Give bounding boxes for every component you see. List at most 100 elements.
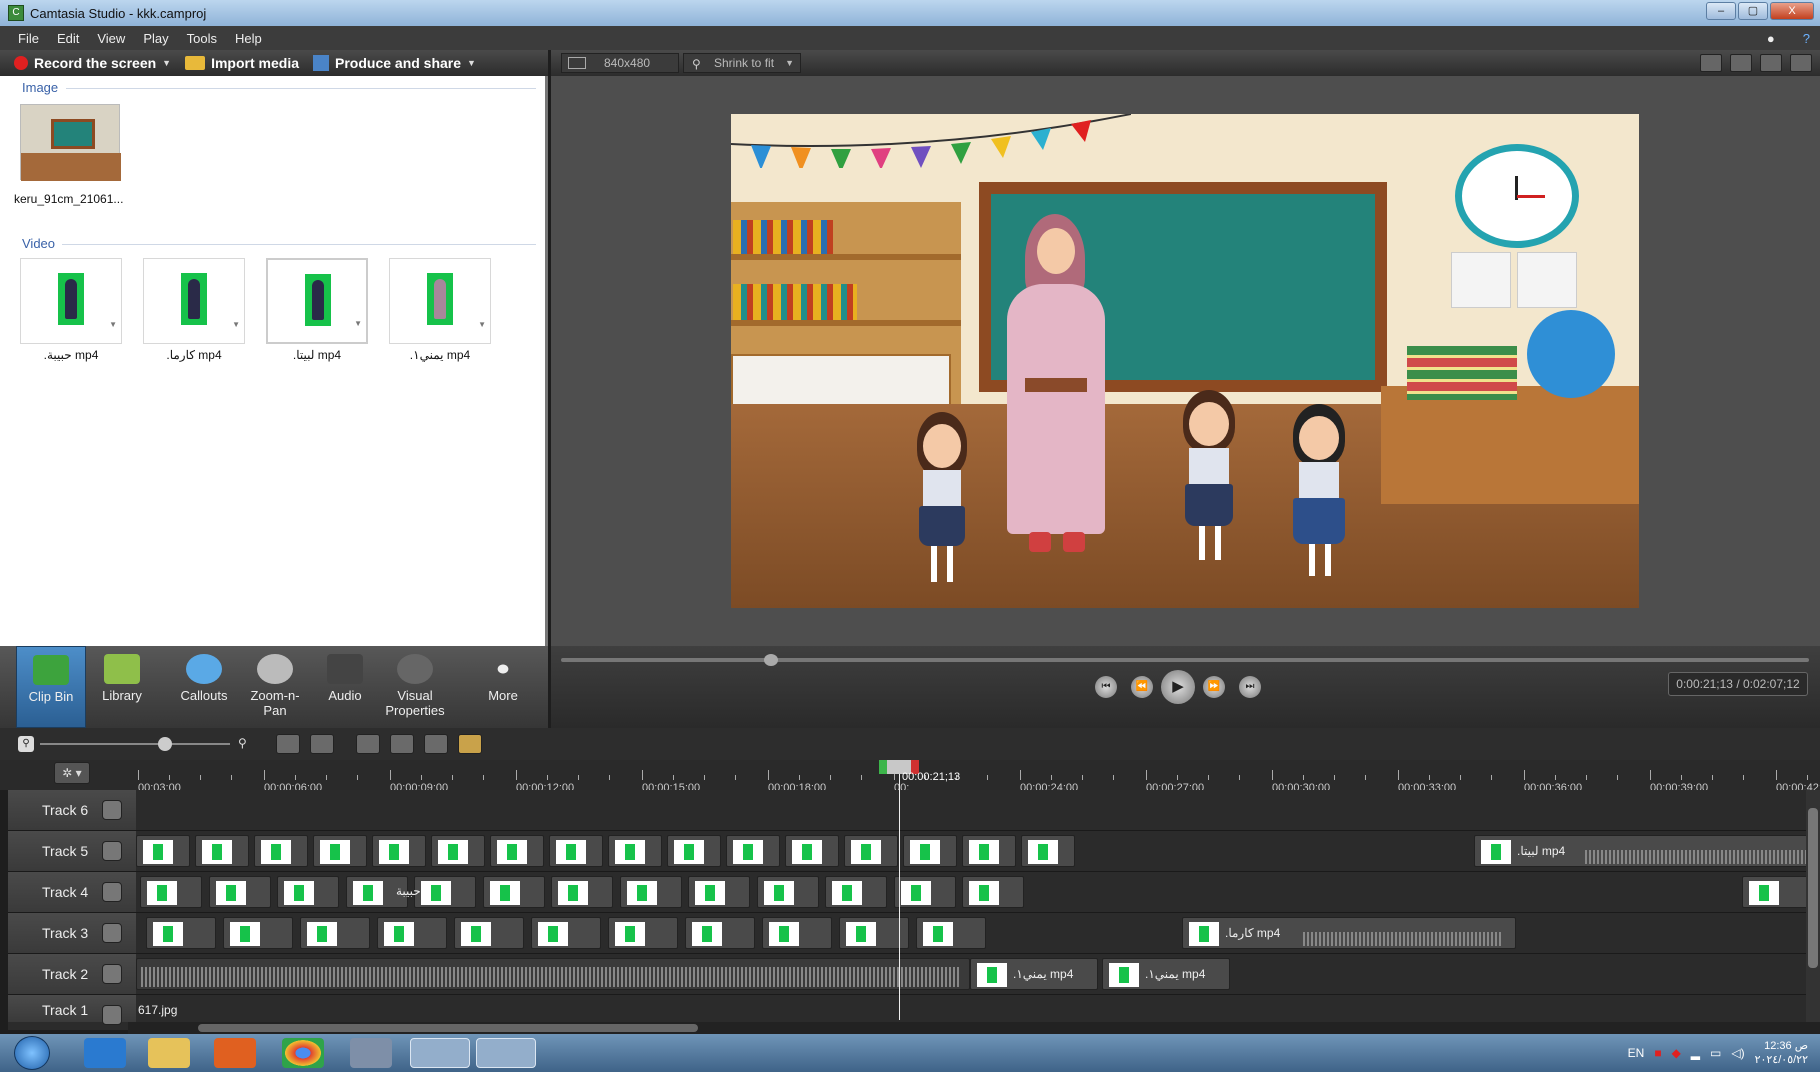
help-icon[interactable]: ? (1803, 31, 1810, 46)
clip[interactable] (482, 876, 545, 908)
jump-start-icon[interactable]: ⏮ (1095, 676, 1117, 698)
clip[interactable] (531, 917, 601, 949)
maximize-button[interactable]: ▢ (1738, 2, 1768, 20)
video-thumbnail-4[interactable]: ▼ (389, 258, 491, 344)
minimize-button[interactable]: – (1706, 2, 1736, 20)
split-icon[interactable] (390, 734, 414, 754)
clip[interactable] (223, 917, 293, 949)
clip[interactable] (414, 876, 476, 908)
clip[interactable] (490, 835, 544, 867)
gear-icon[interactable]: ✲ ▾ (54, 762, 90, 784)
zoom-dropdown[interactable]: ⚲ Shrink to fit ▼ (683, 53, 801, 73)
preview-scrubber[interactable] (561, 658, 1809, 662)
clip[interactable] (619, 876, 682, 908)
horizontal-scrollbar[interactable] (128, 1022, 1820, 1034)
menu-edit[interactable]: Edit (57, 31, 79, 46)
app-icon[interactable] (350, 1038, 392, 1068)
clip[interactable] (903, 835, 957, 867)
undo-icon[interactable] (276, 734, 300, 754)
paint-taskbar-icon[interactable] (476, 1038, 536, 1068)
clip[interactable] (893, 876, 956, 908)
clip[interactable] (667, 835, 721, 867)
zoom-out-icon[interactable]: ⚲ (18, 736, 34, 752)
crop-icon[interactable] (1700, 54, 1722, 72)
clip[interactable] (762, 917, 832, 949)
lock-icon[interactable] (102, 923, 122, 943)
clip[interactable] (785, 835, 839, 867)
clip[interactable] (608, 835, 662, 867)
clip[interactable] (140, 876, 202, 908)
clip[interactable] (962, 835, 1016, 867)
clip-labita[interactable]: .لبيتا mp4 (1474, 835, 1820, 867)
video-thumbnail-1[interactable]: ▼ (20, 258, 122, 344)
clip[interactable] (431, 835, 485, 867)
clip[interactable] (208, 876, 271, 908)
lock-icon[interactable] (102, 882, 122, 902)
clip-yomni-1[interactable]: .يمني١ mp4 (970, 958, 1098, 990)
network-icon[interactable]: ▂ (1691, 1046, 1700, 1060)
internet-explorer-icon[interactable] (84, 1038, 126, 1068)
clip[interactable] (313, 835, 367, 867)
vertical-scrollbar[interactable] (1806, 790, 1820, 1022)
monitor-icon[interactable]: ▭ (1710, 1046, 1721, 1060)
tab-audio[interactable]: Audio (310, 646, 380, 728)
timeline-zoom-slider[interactable] (40, 743, 230, 745)
image-thumbnail[interactable] (20, 104, 121, 181)
lock-icon[interactable] (102, 1005, 122, 1025)
clip[interactable] (195, 835, 249, 867)
clip-yomni-2[interactable]: .يمني١ mp4 (1102, 958, 1230, 990)
clip[interactable] (277, 876, 339, 908)
preview-canvas[interactable] (551, 76, 1820, 646)
playhead[interactable] (899, 760, 900, 1020)
tab-callouts[interactable]: Callouts (170, 646, 238, 728)
clip[interactable] (756, 876, 819, 908)
clip[interactable] (844, 835, 898, 867)
language-indicator[interactable]: EN (1628, 1046, 1645, 1060)
clip[interactable] (962, 876, 1024, 908)
zoom-slider-handle[interactable] (158, 737, 172, 751)
clip[interactable] (825, 876, 887, 908)
scrubber-handle[interactable] (763, 654, 778, 666)
tab-library[interactable]: Library (88, 646, 156, 728)
play-icon[interactable]: ▶ (1161, 670, 1195, 704)
file-explorer-icon[interactable] (148, 1038, 190, 1068)
menu-help[interactable]: Help (235, 31, 262, 46)
antivirus-icon[interactable]: ■ (1654, 1046, 1661, 1060)
tab-clip-bin[interactable]: Clip Bin (16, 646, 86, 728)
detach-preview-icon[interactable] (1790, 54, 1812, 72)
chrome-icon[interactable] (282, 1038, 324, 1068)
clip[interactable] (549, 835, 603, 867)
volume-icon[interactable]: ◁) (1731, 1046, 1744, 1060)
produce-share-button[interactable]: Produce and share ▼ (313, 55, 476, 71)
media-player-icon[interactable] (214, 1038, 256, 1068)
clip[interactable] (136, 835, 190, 867)
copy-icon[interactable] (424, 734, 448, 754)
clip-karma[interactable]: .كارما mp4 (1182, 917, 1516, 949)
clip[interactable] (1742, 876, 1808, 908)
clip[interactable] (608, 917, 678, 949)
camtasia-taskbar-icon[interactable] (410, 1038, 470, 1068)
audio-clip[interactable] (136, 958, 970, 990)
close-button[interactable]: X (1770, 2, 1814, 20)
shield-icon[interactable]: ◆ (1672, 1046, 1681, 1060)
import-media-button[interactable]: Import media (185, 55, 299, 71)
tab-visual-properties[interactable]: Visual Properties (380, 646, 450, 728)
clip[interactable] (916, 917, 986, 949)
clip[interactable] (688, 876, 750, 908)
cut-icon[interactable] (356, 734, 380, 754)
jump-end-icon[interactable]: ⏭ (1239, 676, 1261, 698)
menu-play[interactable]: Play (143, 31, 168, 46)
clock[interactable]: 12:36 ص ٢٠٢٤/٠٥/٢٢ (1755, 1039, 1808, 1067)
redo-icon[interactable] (310, 734, 334, 754)
menu-tools[interactable]: Tools (187, 31, 217, 46)
clip[interactable] (726, 835, 780, 867)
paste-icon[interactable] (458, 734, 482, 754)
lightbulb-icon[interactable]: ● (1767, 31, 1775, 46)
tab-zoom-n-pan[interactable]: Zoom-n- Pan (240, 646, 310, 728)
dimensions-dropdown[interactable]: 840x480 (561, 53, 679, 73)
menu-file[interactable]: File (18, 31, 39, 46)
video-thumbnail-3[interactable]: ▼ (266, 258, 368, 344)
clip[interactable] (685, 917, 755, 949)
menu-view[interactable]: View (97, 31, 125, 46)
lock-icon[interactable] (102, 841, 122, 861)
